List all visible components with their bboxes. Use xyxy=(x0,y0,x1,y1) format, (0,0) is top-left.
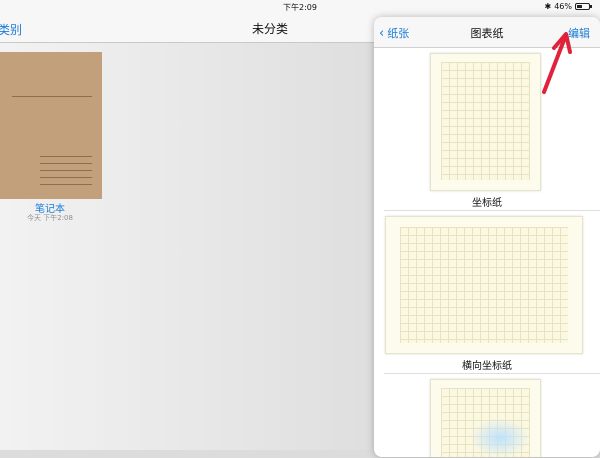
battery-percent: 46% xyxy=(554,2,572,11)
battery-fill xyxy=(577,5,583,8)
notebook-date: 今天 下午2:08 xyxy=(27,214,73,222)
paper-label: 坐标纸 xyxy=(472,198,502,209)
grid-pattern xyxy=(441,62,530,180)
battery-icon xyxy=(575,3,592,10)
separator xyxy=(384,210,600,211)
cover-line xyxy=(12,96,92,97)
status-right: ✱ 46% xyxy=(544,2,592,11)
grid-pattern xyxy=(400,227,568,343)
status-bar: 下午2:09 ✱ 46% xyxy=(0,0,600,14)
bluetooth-icon: ✱ xyxy=(544,2,552,11)
notebook-cover[interactable] xyxy=(0,52,102,199)
separator xyxy=(384,373,600,374)
annotation-arrow xyxy=(542,32,572,94)
status-time: 下午2:09 xyxy=(283,3,317,12)
cover-line xyxy=(40,184,92,185)
cover-line xyxy=(40,177,92,178)
cover-line xyxy=(40,156,92,157)
paper-thumbnail-landscape-graph[interactable] xyxy=(385,216,583,354)
cover-line xyxy=(40,170,92,171)
cover-line xyxy=(40,163,92,164)
paper-label: 横向坐标纸 xyxy=(462,361,512,372)
paper-thumbnail-graph[interactable] xyxy=(430,53,541,191)
blur-artifact xyxy=(470,418,530,458)
